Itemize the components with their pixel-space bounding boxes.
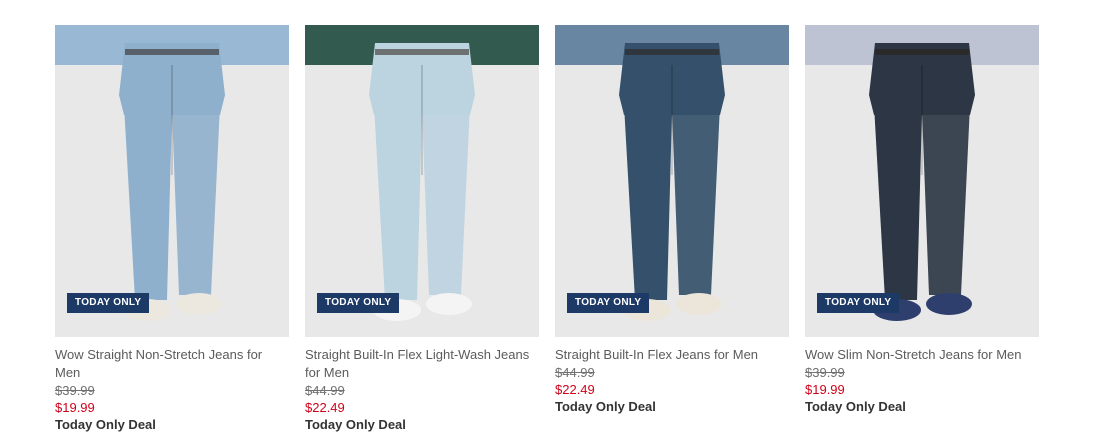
belt (625, 49, 719, 55)
product-card[interactable]: TODAY ONLY Wow Slim Non-Stretch Jeans fo… (805, 25, 1039, 415)
product-image[interactable]: TODAY ONLY (555, 25, 789, 337)
right-shoe (176, 293, 222, 315)
product-name-link[interactable]: Straight Built-In Flex Light-Wash Jeans … (305, 346, 539, 382)
jeans-photo (305, 25, 539, 337)
product-image[interactable]: TODAY ONLY (55, 25, 289, 337)
original-price: $39.99 (805, 365, 845, 380)
today-only-badge: TODAY ONLY (567, 293, 650, 313)
jeans-photo (805, 25, 1039, 337)
jeans-photo (55, 25, 289, 337)
sale-price: $19.99 (55, 400, 95, 415)
today-only-badge: TODAY ONLY (67, 293, 150, 313)
belt (875, 49, 969, 55)
product-card[interactable]: TODAY ONLY Straight Built-In Flex Jeans … (555, 25, 789, 415)
sale-price: $19.99 (805, 382, 845, 397)
right-shoe (926, 293, 972, 315)
belt (125, 49, 219, 55)
product-name-link[interactable]: Wow Slim Non-Stretch Jeans for Men (805, 346, 1039, 364)
deal-label: Today Only Deal (805, 399, 906, 414)
product-name-link[interactable]: Straight Built-In Flex Jeans for Men (555, 346, 789, 364)
deal-label: Today Only Deal (555, 399, 656, 414)
right-shoe (676, 293, 722, 315)
product-grid: TODAY ONLY Wow Straight Non-Stretch Jean… (0, 0, 1106, 442)
original-price: $44.99 (555, 365, 595, 380)
original-price: $39.99 (55, 383, 95, 398)
deal-label: Today Only Deal (55, 417, 156, 432)
today-only-badge: TODAY ONLY (317, 293, 400, 313)
right-shoe (426, 293, 472, 315)
today-only-badge: TODAY ONLY (817, 293, 900, 313)
sale-price: $22.49 (305, 400, 345, 415)
jeans-photo (555, 25, 789, 337)
product-image[interactable]: TODAY ONLY (805, 25, 1039, 337)
product-image[interactable]: TODAY ONLY (305, 25, 539, 337)
product-card[interactable]: TODAY ONLY Straight Built-In Flex Light-… (305, 25, 539, 433)
original-price: $44.99 (305, 383, 345, 398)
product-name-link[interactable]: Wow Straight Non-Stretch Jeans for Men (55, 346, 289, 382)
sale-price: $22.49 (555, 382, 595, 397)
product-card[interactable]: TODAY ONLY Wow Straight Non-Stretch Jean… (55, 25, 289, 433)
belt (375, 49, 469, 55)
deal-label: Today Only Deal (305, 417, 406, 432)
